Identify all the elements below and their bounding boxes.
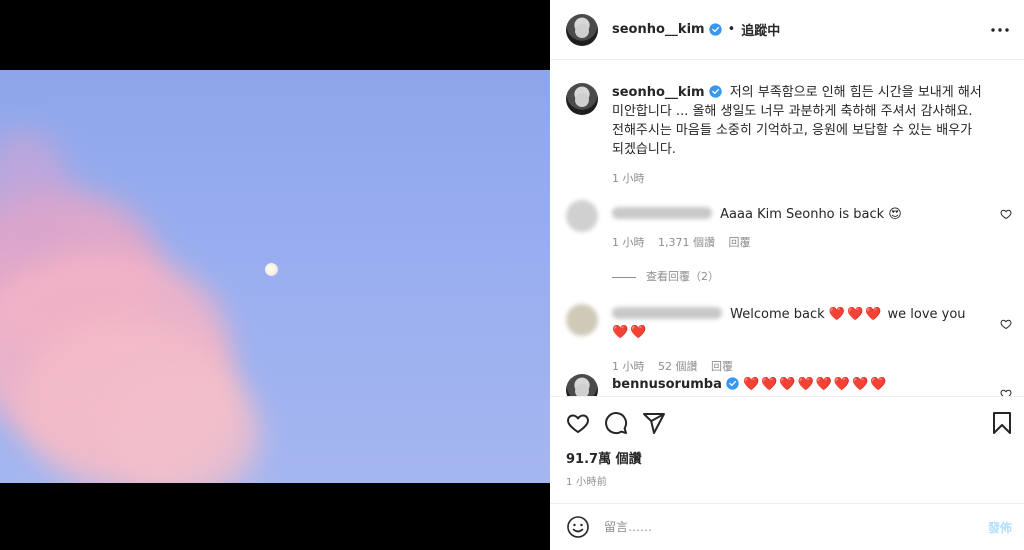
verified-badge-icon	[726, 377, 739, 390]
moon	[265, 263, 278, 276]
comment-hearts-2: ❤️❤️	[612, 325, 649, 340]
reply-line	[612, 276, 636, 278]
avatar[interactable]	[566, 374, 598, 396]
comment-like-heart-icon[interactable]	[1000, 208, 1012, 220]
header-username[interactable]: seonho__kim	[612, 22, 705, 37]
like-heart-icon[interactable]	[566, 411, 590, 435]
avatar[interactable]	[566, 13, 598, 46]
view-replies-button[interactable]: 查看回覆（2）	[646, 270, 719, 283]
verified-badge-icon	[708, 23, 722, 36]
avatar[interactable]	[566, 200, 598, 232]
caption-username[interactable]: seonho__kim	[612, 85, 705, 100]
avatar[interactable]	[566, 83, 598, 115]
comment-input[interactable]	[604, 520, 944, 534]
post-timestamp[interactable]: 1 小時前	[566, 473, 607, 488]
reply-button[interactable]: 回覆	[729, 236, 751, 249]
post-modal: { "media": { "description_colors": { "sk…	[0, 0, 1024, 550]
caption: seonho__kim 저의 부족함으로 인해 힘든 시간을 보내게 해서 미안…	[566, 83, 1012, 193]
bookmark-save-icon[interactable]	[990, 411, 1014, 435]
comment-text: Aaaa Kim Seonho is back 😍	[720, 207, 902, 222]
comment-likes[interactable]: 1,371 個讚	[658, 236, 715, 249]
comment-row: Welcome back ❤️❤️❤️ we love you ❤️❤️ 1 小…	[566, 304, 1012, 373]
comment-time: 1 小時	[612, 360, 645, 373]
sky-photo	[0, 70, 550, 483]
likes-count[interactable]: 91.7萬 個讚	[566, 448, 642, 467]
share-send-icon[interactable]	[642, 411, 666, 435]
comment-username[interactable]: bennusorumba	[612, 377, 722, 392]
comment-text-2: we love you	[887, 307, 966, 322]
post-side-panel: seonho__kim • 追蹤中 seonho__kim 저의 부족함으로 인…	[550, 0, 1024, 550]
comment-hearts-1: ❤️❤️❤️	[828, 307, 884, 322]
comment-bubble-icon[interactable]	[604, 411, 628, 435]
following-button[interactable]: 追蹤中	[741, 20, 780, 39]
comment-composer: 發佈	[550, 503, 1024, 550]
caption-time: 1 小時	[612, 172, 645, 185]
separator-dot: •	[727, 22, 736, 37]
comment-like-heart-icon[interactable]	[1000, 388, 1012, 396]
comment-time: 1 小時	[612, 236, 645, 249]
comment-like-heart-icon[interactable]	[1000, 318, 1012, 330]
comment-hearts: ❤️❤️❤️❤️❤️❤️❤️❤️	[743, 377, 889, 392]
reply-button[interactable]: 回覆	[711, 360, 733, 373]
comment-text-1: Welcome back	[730, 307, 825, 322]
avatar[interactable]	[566, 304, 598, 336]
comment-row: Aaaa Kim Seonho is back 😍 1 小時 1,371 個讚 …	[566, 200, 1012, 290]
post-header: seonho__kim • 追蹤中	[550, 0, 1024, 60]
comment-username-blurred[interactable]	[612, 207, 712, 219]
verified-badge-icon	[708, 85, 722, 98]
comment-likes[interactable]: 52 個讚	[658, 360, 698, 373]
comments-list[interactable]: seonho__kim 저의 부족함으로 인해 힘든 시간을 보내게 해서 미안…	[550, 61, 1024, 396]
post-media[interactable]	[0, 0, 550, 550]
more-horizontal-icon[interactable]	[988, 18, 1012, 42]
comment-row: bennusorumba ❤️❤️❤️❤️❤️❤️❤️❤️	[566, 374, 1012, 396]
post-button[interactable]: 發佈	[988, 519, 1012, 536]
action-bar	[550, 396, 1024, 450]
comment-username-blurred[interactable]	[612, 307, 722, 319]
emoji-smile-icon[interactable]	[566, 515, 590, 539]
